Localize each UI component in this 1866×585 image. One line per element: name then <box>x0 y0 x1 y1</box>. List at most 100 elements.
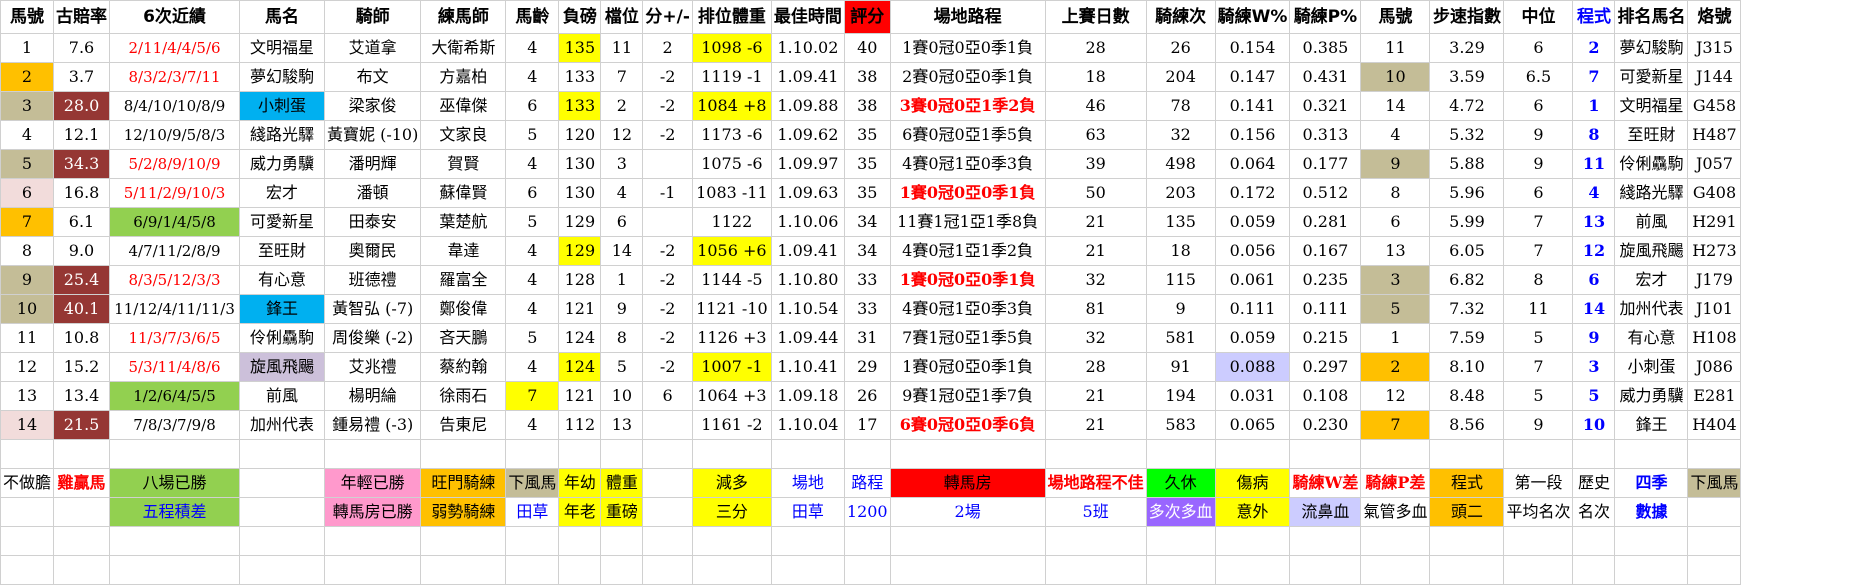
header-age[interactable]: 馬齡 <box>505 0 560 34</box>
jt-win[interactable]: 0.059 <box>1214 207 1291 237</box>
odds[interactable]: 25.4 <box>53 265 111 295</box>
recent-form[interactable]: 11/3/7/3/6/5 <box>109 323 241 353</box>
horse-no[interactable]: 13 <box>0 381 55 411</box>
legend-cell[interactable]: 四季 <box>1614 468 1689 498</box>
jt-win[interactable]: 0.059 <box>1214 323 1291 353</box>
header-trainer[interactable]: 練馬師 <box>420 0 507 34</box>
program[interactable]: 5 <box>1572 381 1616 411</box>
header-draw[interactable]: 檔位 <box>600 0 644 34</box>
rank-horse-name[interactable]: 加州代表 <box>1614 294 1689 324</box>
pace-index[interactable]: 5.96 <box>1429 178 1505 208</box>
program[interactable]: 11 <box>1572 149 1616 179</box>
days-since[interactable]: 39 <box>1044 149 1147 179</box>
jt-win[interactable]: 0.156 <box>1214 120 1291 150</box>
rating[interactable]: 35 <box>843 120 891 150</box>
horse-no[interactable]: 10 <box>0 294 55 324</box>
legend-cell[interactable] <box>239 468 326 498</box>
header-rank-horse-no[interactable]: 馬號 <box>1360 0 1431 34</box>
jockey[interactable]: 潘頓 <box>324 178 422 208</box>
legend-cell[interactable]: 多次多血 <box>1145 497 1216 527</box>
horse-name[interactable]: 旋風飛颺 <box>239 352 326 382</box>
trainer[interactable]: 文家良 <box>420 120 507 150</box>
brand-no[interactable]: E281 <box>1687 381 1742 411</box>
table-row[interactable]: 3 28.0 8/4/10/10/8/9 小刺蛋 梁家俊 巫偉傑 6 133 2 -2 1084 +… <box>0 91 1742 121</box>
legend-cell[interactable]: 氣管多血 <box>1360 497 1431 527</box>
jt-count[interactable]: 204 <box>1145 62 1216 92</box>
declared-weight[interactable]: 1121 -10 <box>691 294 772 324</box>
brand-no[interactable]: J315 <box>1687 33 1742 63</box>
draw[interactable]: 12 <box>600 120 644 150</box>
trainer[interactable]: 告東尼 <box>420 410 507 440</box>
legend-cell[interactable]: 程式 <box>1429 468 1505 498</box>
recent-form[interactable]: 5/2/8/9/10/9 <box>109 149 241 179</box>
horse-no[interactable]: 5 <box>0 149 55 179</box>
days-since[interactable]: 32 <box>1044 265 1147 295</box>
days-since[interactable]: 46 <box>1044 91 1147 121</box>
legend-cell[interactable]: 場地路程不佳 <box>1044 468 1147 498</box>
horse-no[interactable]: 9 <box>0 265 55 295</box>
program[interactable]: 12 <box>1572 236 1616 266</box>
legend-cell[interactable]: 減多 <box>691 468 772 498</box>
rating-change[interactable] <box>642 149 693 179</box>
rank-horse-no[interactable]: 13 <box>1360 236 1431 266</box>
horse-no[interactable]: 3 <box>0 91 55 121</box>
rating-change[interactable]: -2 <box>642 265 693 295</box>
rating-change[interactable]: -2 <box>642 323 693 353</box>
declared-weight[interactable]: 1084 +8 <box>691 91 772 121</box>
header-jockey[interactable]: 騎師 <box>324 0 422 34</box>
table-row[interactable]: 9 25.4 8/3/5/12/3/3 有心意 班德禮 羅富全 4 128 1 -2 1144 -5… <box>0 265 1742 295</box>
legend-cell[interactable]: 不做膽 <box>0 468 55 498</box>
draw[interactable]: 14 <box>600 236 644 266</box>
header-rank-horse-name[interactable]: 排名馬名 <box>1614 0 1689 34</box>
trainer[interactable]: 葉楚航 <box>420 207 507 237</box>
course-record[interactable]: 7賽1冠0亞1季5負 <box>889 323 1046 353</box>
trainer[interactable]: 韋達 <box>420 236 507 266</box>
horse-name[interactable]: 至旺財 <box>239 236 326 266</box>
program[interactable]: 9 <box>1572 323 1616 353</box>
rating[interactable]: 38 <box>843 91 891 121</box>
legend-cell[interactable]: 5班 <box>1044 497 1147 527</box>
header-median[interactable]: 中位 <box>1503 0 1574 34</box>
declared-weight[interactable]: 1056 +6 <box>691 236 772 266</box>
header-pace-index[interactable]: 步速指數 <box>1429 0 1505 34</box>
declared-weight[interactable]: 1161 -2 <box>691 410 772 440</box>
header-jt-count[interactable]: 騎練次 <box>1145 0 1216 34</box>
median[interactable]: 6.5 <box>1503 62 1574 92</box>
jt-count[interactable]: 583 <box>1145 410 1216 440</box>
horse-name[interactable]: 夢幻駿駒 <box>239 62 326 92</box>
recent-form[interactable]: 6/9/1/4/5/8 <box>109 207 241 237</box>
header-jt-win[interactable]: 騎練W% <box>1214 0 1291 34</box>
jt-place[interactable]: 0.313 <box>1289 120 1362 150</box>
program[interactable]: 10 <box>1572 410 1616 440</box>
weight[interactable]: 124 <box>558 352 602 382</box>
days-since[interactable]: 32 <box>1044 323 1147 353</box>
trainer[interactable]: 徐雨石 <box>420 381 507 411</box>
odds[interactable]: 28.0 <box>53 91 111 121</box>
legend-cell[interactable]: 體重 <box>600 468 644 498</box>
trainer[interactable]: 大衛希斯 <box>420 33 507 63</box>
jt-win[interactable]: 0.141 <box>1214 91 1291 121</box>
best-time[interactable]: 1.09.41 <box>770 62 845 92</box>
table-row[interactable]: 12 15.2 5/3/11/4/8/6 旋風飛颺 艾兆禮 蔡約翰 4 124 5 -2 1007 … <box>0 352 1742 382</box>
table-row[interactable]: 13 13.4 1/2/6/4/5/5 前風 楊明綸 徐雨石 7 121 10 6 1064 +3 1… <box>0 381 1742 411</box>
pace-index[interactable]: 7.32 <box>1429 294 1505 324</box>
horse-no[interactable]: 2 <box>0 62 55 92</box>
recent-form[interactable]: 12/10/9/5/8/3 <box>109 120 241 150</box>
recent-form[interactable]: 1/2/6/4/5/5 <box>109 381 241 411</box>
days-since[interactable]: 63 <box>1044 120 1147 150</box>
program[interactable]: 8 <box>1572 120 1616 150</box>
rating[interactable]: 17 <box>843 410 891 440</box>
header-rating[interactable]: 評分 <box>843 0 891 34</box>
median[interactable]: 6 <box>1503 178 1574 208</box>
declared-weight[interactable]: 1007 -1 <box>691 352 772 382</box>
odds[interactable]: 12.1 <box>53 120 111 150</box>
odds[interactable]: 34.3 <box>53 149 111 179</box>
legend-cell[interactable]: 下風馬 <box>505 468 560 498</box>
course-record[interactable]: 1賽0冠0亞0季1負 <box>889 33 1046 63</box>
declared-weight[interactable]: 1119 -1 <box>691 62 772 92</box>
rating[interactable]: 38 <box>843 62 891 92</box>
rank-horse-no[interactable]: 4 <box>1360 120 1431 150</box>
rating[interactable]: 40 <box>843 33 891 63</box>
rating-change[interactable]: -2 <box>642 352 693 382</box>
legend-cell[interactable]: 場地 <box>770 468 845 498</box>
